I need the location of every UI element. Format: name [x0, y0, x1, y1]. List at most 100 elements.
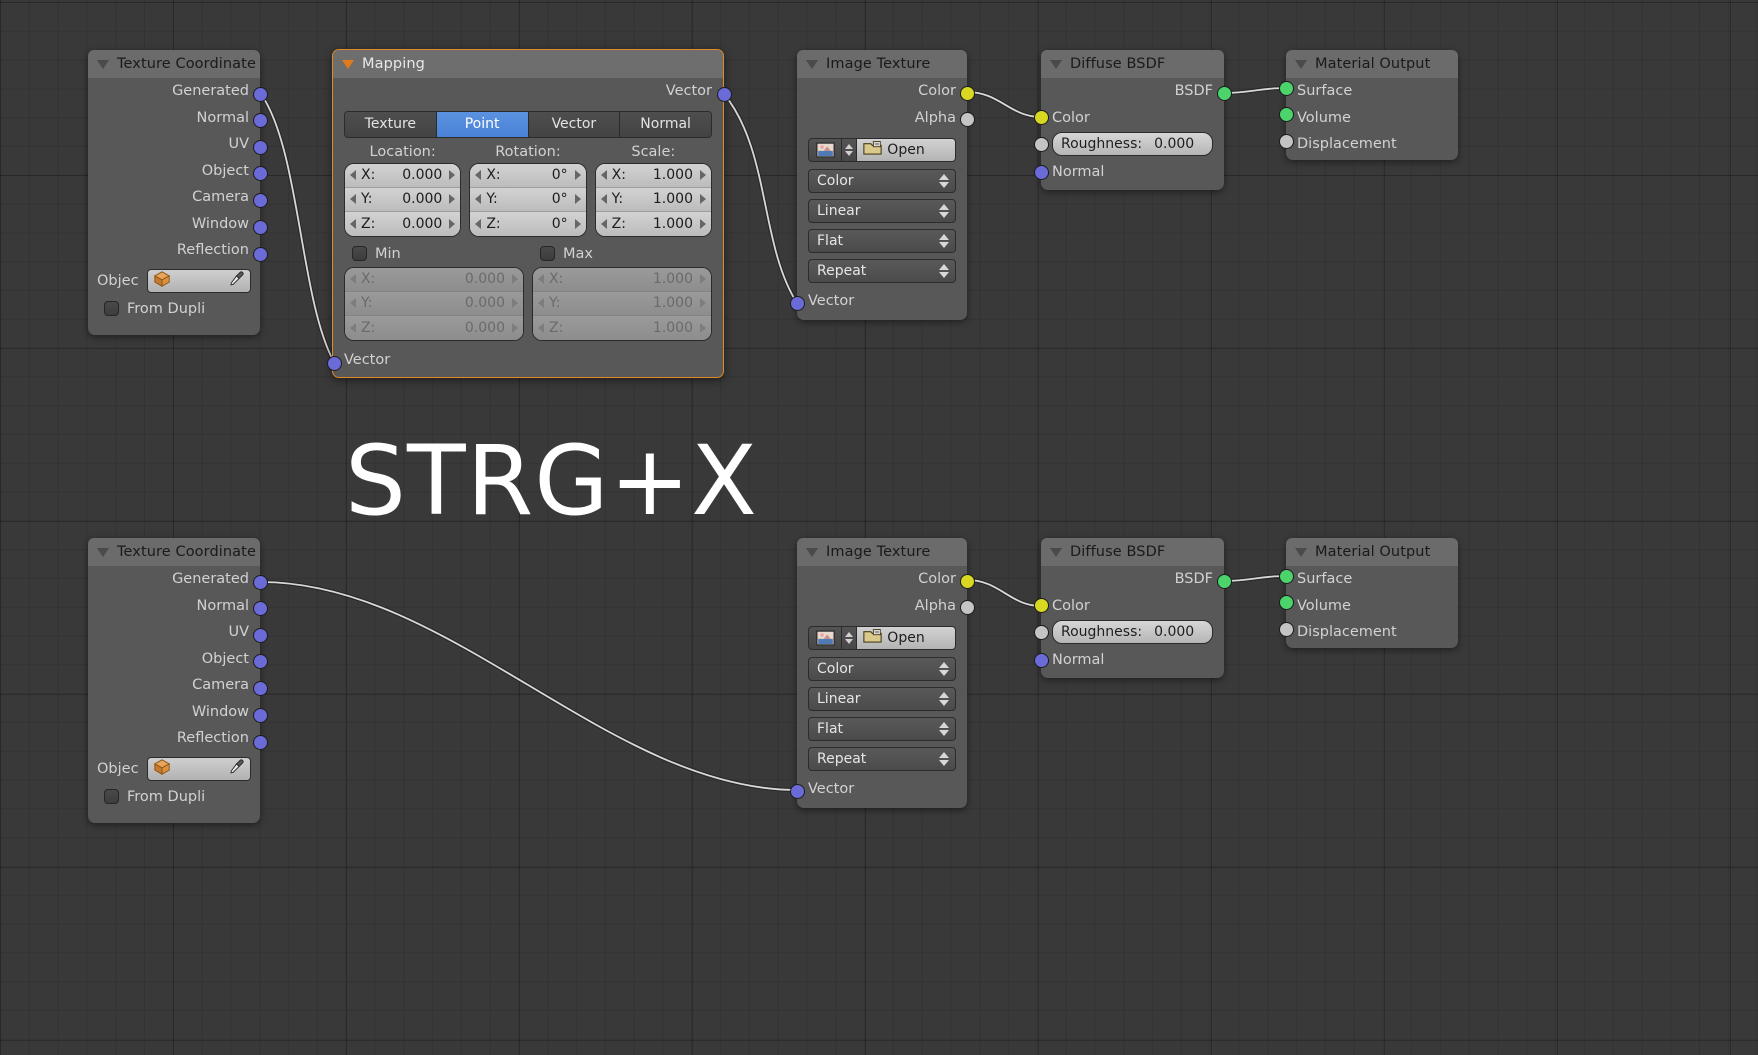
location-z-field[interactable]: Z: 0.000: [345, 211, 461, 236]
collapse-triangle-icon[interactable]: [342, 59, 354, 69]
object-picker-field[interactable]: [146, 756, 251, 781]
dropdown-extension[interactable]: Repeat: [808, 259, 956, 283]
socket-in-volume[interactable]: [1279, 107, 1294, 122]
socket-out-reflection[interactable]: [252, 246, 268, 262]
socket-out-bsdf[interactable]: [1217, 574, 1232, 589]
dropdown-interpolation[interactable]: Linear: [808, 687, 956, 711]
socket-out-color[interactable]: [959, 573, 975, 589]
image-datablock-widget[interactable]: Open: [808, 626, 956, 650]
node-header-image-texture-top[interactable]: Image Texture: [797, 50, 967, 78]
socket-out-normal[interactable]: [252, 601, 268, 616]
node-mapping[interactable]: Mapping Vector Texture Point Vector Norm…: [327, 49, 732, 378]
socket-out-window[interactable]: [252, 219, 268, 235]
node-header-image-texture-bottom[interactable]: Image Texture: [797, 538, 967, 566]
dropdown-extension[interactable]: Repeat: [808, 747, 956, 771]
socket-out-alpha[interactable]: [959, 600, 975, 615]
tab-vector[interactable]: Vector: [528, 111, 621, 137]
from-dupli-checkbox[interactable]: [104, 301, 119, 316]
socket-in-normal[interactable]: [1034, 653, 1049, 668]
socket-out-bsdf[interactable]: [1217, 86, 1232, 101]
max-x-field[interactable]: X: 1.000: [533, 267, 711, 292]
node-editor-canvas[interactable]: Texture Coordinate Generated Normal UV O…: [0, 0, 1758, 1055]
socket-in-vector[interactable]: [327, 356, 342, 371]
socket-in-color[interactable]: [1034, 598, 1049, 613]
socket-out-object[interactable]: [252, 166, 268, 181]
node-texture-coordinate-top[interactable]: Texture Coordinate Generated Normal UV O…: [88, 50, 268, 335]
dropdown-projection[interactable]: Flat: [808, 229, 956, 253]
socket-out-normal[interactable]: [252, 113, 268, 128]
socket-in-vector[interactable]: [790, 296, 805, 311]
node-header-mapping[interactable]: Mapping: [333, 50, 723, 78]
socket-out-object[interactable]: [252, 654, 268, 669]
max-checkbox[interactable]: [540, 246, 555, 261]
socket-in-vector[interactable]: [790, 784, 805, 799]
socket-out-window[interactable]: [252, 707, 268, 723]
node-header-diffuse-bsdf-top[interactable]: Diffuse BSDF: [1041, 50, 1224, 78]
socket-out-camera[interactable]: [252, 681, 268, 696]
socket-in-volume[interactable]: [1279, 595, 1294, 610]
tab-point[interactable]: Point: [436, 111, 529, 137]
node-header-diffuse-bsdf-bottom[interactable]: Diffuse BSDF: [1041, 538, 1224, 566]
socket-in-color[interactable]: [1034, 110, 1049, 125]
socket-in-normal[interactable]: [1034, 165, 1049, 180]
node-header-material-output-bottom[interactable]: Material Output: [1286, 538, 1458, 566]
max-z-field[interactable]: Z: 1.000: [533, 315, 711, 340]
image-datablock-widget[interactable]: Open: [808, 138, 956, 162]
tab-texture[interactable]: Texture: [345, 111, 437, 137]
min-z-field[interactable]: Z: 0.000: [345, 315, 523, 340]
location-fields[interactable]: X: 0.000 Y: 0.000 Z: 0.000: [344, 162, 462, 237]
image-browse-spinner[interactable]: [842, 626, 857, 650]
scale-x-field[interactable]: X: 1.000: [595, 163, 711, 188]
mapping-type-tabs[interactable]: Texture Point Vector Normal: [344, 110, 712, 138]
roughness-slider[interactable]: Roughness: 0.000: [1052, 620, 1213, 644]
image-browse-spinner[interactable]: [842, 138, 857, 162]
node-header-material-output-top[interactable]: Material Output: [1286, 50, 1458, 78]
node-header-texture-coordinate-bottom[interactable]: Texture Coordinate: [88, 538, 260, 566]
roughness-slider[interactable]: Roughness: 0.000: [1052, 132, 1213, 156]
min-x-field[interactable]: X: 0.000: [345, 267, 523, 292]
min-y-field[interactable]: Y: 0.000: [345, 291, 523, 316]
collapse-triangle-icon[interactable]: [806, 547, 818, 557]
socket-out-uv[interactable]: [252, 139, 268, 155]
node-material-output-top[interactable]: Material Output Surface Volume Displacem…: [1279, 50, 1458, 160]
collapse-triangle-icon[interactable]: [1050, 547, 1062, 557]
location-y-field[interactable]: Y: 0.000: [345, 187, 461, 212]
node-diffuse-bsdf-bottom[interactable]: Diffuse BSDF BSDF Color Roughness: 0.000…: [1034, 538, 1232, 678]
scale-fields[interactable]: X: 1.000 Y: 1.000 Z: 1.000: [594, 162, 712, 237]
socket-out-generated[interactable]: [252, 574, 268, 590]
rotation-z-field[interactable]: Z: 0°: [470, 211, 586, 236]
socket-in-displacement[interactable]: [1279, 622, 1294, 637]
dropdown-color-space[interactable]: Color: [808, 169, 956, 193]
dropdown-color-space[interactable]: Color: [808, 657, 956, 681]
socket-in-displacement[interactable]: [1279, 134, 1294, 149]
socket-in-surface[interactable]: [1279, 569, 1294, 584]
dropdown-interpolation[interactable]: Linear: [808, 199, 956, 223]
open-image-button[interactable]: Open: [857, 626, 956, 650]
rotation-fields[interactable]: X: 0° Y: 0° Z: 0°: [469, 162, 587, 237]
socket-out-generated[interactable]: [252, 86, 268, 102]
from-dupli-checkbox[interactable]: [104, 789, 119, 804]
socket-out-alpha[interactable]: [959, 112, 975, 127]
collapse-triangle-icon[interactable]: [1050, 59, 1062, 69]
collapse-triangle-icon[interactable]: [97, 547, 109, 557]
image-icon[interactable]: [808, 626, 842, 650]
socket-out-color[interactable]: [959, 85, 975, 101]
scale-y-field[interactable]: Y: 1.000: [595, 187, 711, 212]
collapse-triangle-icon[interactable]: [1295, 547, 1307, 557]
collapse-triangle-icon[interactable]: [806, 59, 818, 69]
socket-out-reflection[interactable]: [252, 734, 268, 750]
node-image-texture-bottom[interactable]: Image Texture Color Alpha Open Color Lin…: [790, 538, 975, 808]
socket-out-camera[interactable]: [252, 193, 268, 208]
socket-out-uv[interactable]: [252, 627, 268, 643]
socket-in-roughness[interactable]: [1034, 137, 1049, 152]
node-texture-coordinate-bottom[interactable]: Texture Coordinate Generated Normal UV O…: [88, 538, 268, 823]
min-checkbox[interactable]: [352, 246, 367, 261]
rotation-y-field[interactable]: Y: 0°: [470, 187, 586, 212]
tab-normal[interactable]: Normal: [620, 111, 711, 137]
rotation-x-field[interactable]: X: 0°: [470, 163, 586, 188]
collapse-triangle-icon[interactable]: [97, 59, 109, 69]
node-image-texture-top[interactable]: Image Texture Color Alpha Open Color Lin…: [790, 50, 975, 320]
node-header-texture-coordinate-top[interactable]: Texture Coordinate: [88, 50, 260, 78]
object-picker-field[interactable]: [146, 268, 251, 293]
open-image-button[interactable]: Open: [857, 138, 956, 162]
